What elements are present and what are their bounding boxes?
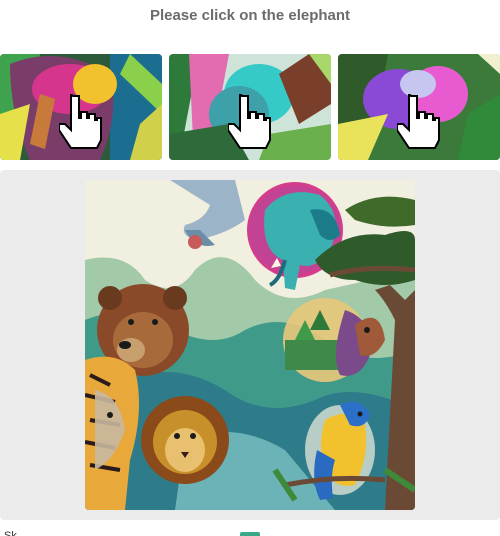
captcha-instruction: Please click on the elephant: [149, 7, 351, 24]
lion-figure[interactable]: [141, 396, 229, 484]
example-thumbnail-3[interactable]: [338, 54, 500, 160]
footer-accent-indicator: [240, 532, 260, 536]
challenge-image[interactable]: [85, 180, 415, 510]
hand-pointer-cursor-icon: [59, 94, 102, 149]
hand-pointer-cursor-icon: [397, 94, 440, 149]
example-thumbnails: [0, 54, 500, 160]
example-thumbnail-2[interactable]: [169, 54, 331, 160]
example-thumbnail-1[interactable]: [0, 54, 162, 160]
footer-left-label: Sk: [4, 530, 17, 536]
challenge-area: [0, 170, 500, 520]
challenge-image-artwork[interactable]: [85, 180, 415, 510]
hand-pointer-cursor-icon: [228, 94, 271, 149]
captcha-widget: Please click on the elephant Sk: [0, 0, 500, 536]
footer-row: Sk: [0, 526, 500, 536]
